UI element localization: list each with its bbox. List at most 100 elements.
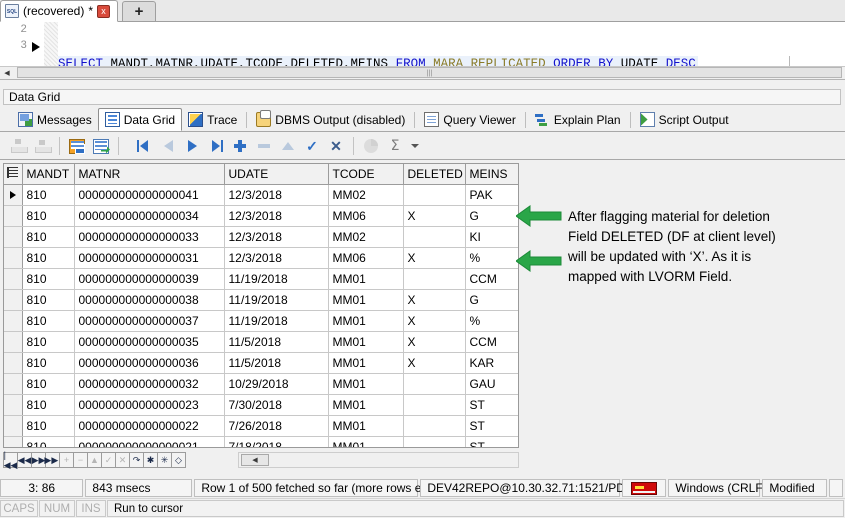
cell-mandt[interactable]: 810 bbox=[22, 184, 75, 206]
row-selector-cell[interactable] bbox=[4, 226, 23, 248]
column-header-udate[interactable]: UDATE bbox=[224, 164, 329, 185]
cell-meins[interactable]: % bbox=[465, 247, 518, 269]
cell-deleted[interactable] bbox=[403, 268, 466, 290]
cancel-edit-button[interactable]: ✕ bbox=[324, 135, 348, 157]
cell-matnr[interactable]: 000000000000000032 bbox=[74, 373, 225, 395]
nav-fetch-all-button[interactable]: ✱ bbox=[143, 452, 158, 468]
cell-meins[interactable]: CCM bbox=[465, 331, 518, 353]
cell-tcode[interactable]: MM06 bbox=[328, 205, 404, 227]
editor-scroll-thumb[interactable]: ||| bbox=[17, 67, 842, 78]
cell-tcode[interactable]: MM01 bbox=[328, 373, 404, 395]
cell-tcode[interactable]: MM01 bbox=[328, 436, 404, 447]
cell-tcode[interactable]: MM01 bbox=[328, 394, 404, 416]
table-row[interactable]: 810 000000000000000035 11/5/2018 MM01 X CCM bbox=[4, 331, 518, 353]
new-tab-button[interactable]: + bbox=[122, 1, 156, 22]
cell-meins[interactable]: KAR bbox=[465, 352, 518, 374]
row-selector-cell[interactable] bbox=[4, 205, 23, 227]
cell-mandt[interactable]: 810 bbox=[22, 331, 75, 353]
table-row[interactable]: 810 000000000000000033 12/3/2018 MM02 KI bbox=[4, 226, 518, 248]
cell-meins[interactable]: ST bbox=[465, 415, 518, 437]
last-record-button[interactable] bbox=[204, 135, 228, 157]
cell-matnr[interactable]: 000000000000000034 bbox=[74, 205, 225, 227]
status-line-endings[interactable]: Windows (CRLF) bbox=[668, 479, 767, 497]
table-row[interactable]: 810 000000000000000038 11/19/2018 MM01 X G bbox=[4, 289, 518, 311]
cell-tcode[interactable]: MM02 bbox=[328, 184, 404, 206]
first-record-button[interactable] bbox=[132, 135, 156, 157]
table-row[interactable]: 810 000000000000000037 11/19/2018 MM01 X% bbox=[4, 310, 518, 332]
next-record-button[interactable] bbox=[180, 135, 204, 157]
cell-udate[interactable]: 7/18/2018 bbox=[224, 436, 329, 447]
row-selector-cell[interactable] bbox=[4, 247, 23, 269]
cell-udate[interactable]: 12/3/2018 bbox=[224, 226, 329, 248]
previous-record-button[interactable] bbox=[156, 135, 180, 157]
cell-matnr[interactable]: 000000000000000039 bbox=[74, 268, 225, 290]
cell-udate[interactable]: 12/3/2018 bbox=[224, 247, 329, 269]
cell-deleted[interactable]: X bbox=[403, 205, 466, 227]
cell-deleted[interactable]: X bbox=[403, 331, 466, 353]
row-selector-cell[interactable] bbox=[4, 415, 23, 437]
nav-refresh-button[interactable]: ↷ bbox=[129, 452, 144, 468]
cell-tcode[interactable]: MM01 bbox=[328, 415, 404, 437]
cell-udate[interactable]: 7/26/2018 bbox=[224, 415, 329, 437]
grid-scroll-thumb[interactable]: ◀ bbox=[241, 454, 269, 466]
nav-prior-page-button[interactable]: ◀◀ bbox=[17, 452, 32, 468]
nav-last-button[interactable]: ▶▶| bbox=[44, 452, 61, 468]
cell-matnr[interactable]: 000000000000000037 bbox=[74, 310, 225, 332]
aggregate-button[interactable]: Σ bbox=[383, 135, 407, 157]
cell-mandt[interactable]: 810 bbox=[22, 205, 75, 227]
cell-mandt[interactable]: 810 bbox=[22, 268, 75, 290]
nav-fetch-next-button[interactable]: ✳ bbox=[157, 452, 172, 468]
column-header-deleted[interactable]: DELETED bbox=[403, 164, 466, 185]
table-row[interactable]: 810 000000000000000021 7/18/2018 MM01 ST bbox=[4, 436, 518, 447]
cell-udate[interactable]: 12/3/2018 bbox=[224, 205, 329, 227]
cell-meins[interactable]: CCM bbox=[465, 268, 518, 290]
row-selector-cell[interactable] bbox=[4, 436, 23, 447]
cell-deleted[interactable]: X bbox=[403, 289, 466, 311]
editor-tab-recovered[interactable]: SQL (recovered) * x bbox=[0, 0, 118, 22]
cell-matnr[interactable]: 000000000000000022 bbox=[74, 415, 225, 437]
cell-deleted[interactable] bbox=[403, 184, 466, 206]
cell-deleted[interactable] bbox=[403, 226, 466, 248]
cell-mandt[interactable]: 810 bbox=[22, 310, 75, 332]
row-selector-cell[interactable] bbox=[4, 331, 23, 353]
data-grid[interactable]: MANDT MATNR UDATE TCODE DELETED MEINS 81… bbox=[3, 163, 519, 448]
cell-matnr[interactable]: 000000000000000031 bbox=[74, 247, 225, 269]
table-row[interactable]: 810 000000000000000041 12/3/2018 MM02 PAK bbox=[4, 184, 518, 206]
column-header-mandt[interactable]: MANDT bbox=[22, 164, 75, 185]
cell-mandt[interactable]: 810 bbox=[22, 247, 75, 269]
nav-clear-filter-button[interactable]: ◇ bbox=[171, 452, 186, 468]
cell-mandt[interactable]: 810 bbox=[22, 373, 75, 395]
row-selector-cell[interactable] bbox=[4, 184, 23, 206]
export-grid-button[interactable] bbox=[89, 135, 113, 157]
tab-query-viewer[interactable]: Query Viewer bbox=[418, 109, 521, 131]
editor-scroll-track[interactable]: ||| bbox=[14, 67, 845, 79]
cell-udate[interactable]: 11/5/2018 bbox=[224, 352, 329, 374]
cell-mandt[interactable]: 810 bbox=[22, 226, 75, 248]
tab-data-grid[interactable]: Data Grid bbox=[97, 108, 183, 131]
cell-tcode[interactable]: MM01 bbox=[328, 310, 404, 332]
insert-record-button[interactable] bbox=[228, 135, 252, 157]
cell-udate[interactable]: 11/19/2018 bbox=[224, 310, 329, 332]
table-row[interactable]: 810 000000000000000023 7/30/2018 MM01 ST bbox=[4, 394, 518, 416]
cell-udate[interactable]: 12/3/2018 bbox=[224, 184, 329, 206]
cell-meins[interactable]: KI bbox=[465, 226, 518, 248]
editor-horizontal-scrollbar[interactable]: ◀ ||| bbox=[0, 66, 845, 79]
cell-deleted[interactable]: X bbox=[403, 310, 466, 332]
cell-meins[interactable]: ST bbox=[465, 394, 518, 416]
cell-mandt[interactable]: 810 bbox=[22, 352, 75, 374]
tab-script-output[interactable]: Script Output bbox=[634, 109, 735, 131]
post-edit-button[interactable]: ✓ bbox=[300, 135, 324, 157]
cell-matnr[interactable]: 000000000000000021 bbox=[74, 436, 225, 447]
close-icon[interactable]: x bbox=[97, 4, 111, 18]
cell-deleted[interactable]: X bbox=[403, 352, 466, 374]
table-row[interactable]: 810 000000000000000036 11/5/2018 MM01 X KAR bbox=[4, 352, 518, 374]
cell-meins[interactable]: % bbox=[465, 310, 518, 332]
status-connection-flag[interactable] bbox=[622, 479, 667, 497]
aggregate-dropdown[interactable] bbox=[407, 135, 423, 157]
cell-matnr[interactable]: 000000000000000041 bbox=[74, 184, 225, 206]
table-row[interactable]: 810 000000000000000039 11/19/2018 MM01 CCM bbox=[4, 268, 518, 290]
tab-trace[interactable]: Trace bbox=[182, 109, 243, 131]
cell-udate[interactable]: 11/5/2018 bbox=[224, 331, 329, 353]
cell-mandt[interactable]: 810 bbox=[22, 436, 75, 447]
cell-udate[interactable]: 11/19/2018 bbox=[224, 268, 329, 290]
